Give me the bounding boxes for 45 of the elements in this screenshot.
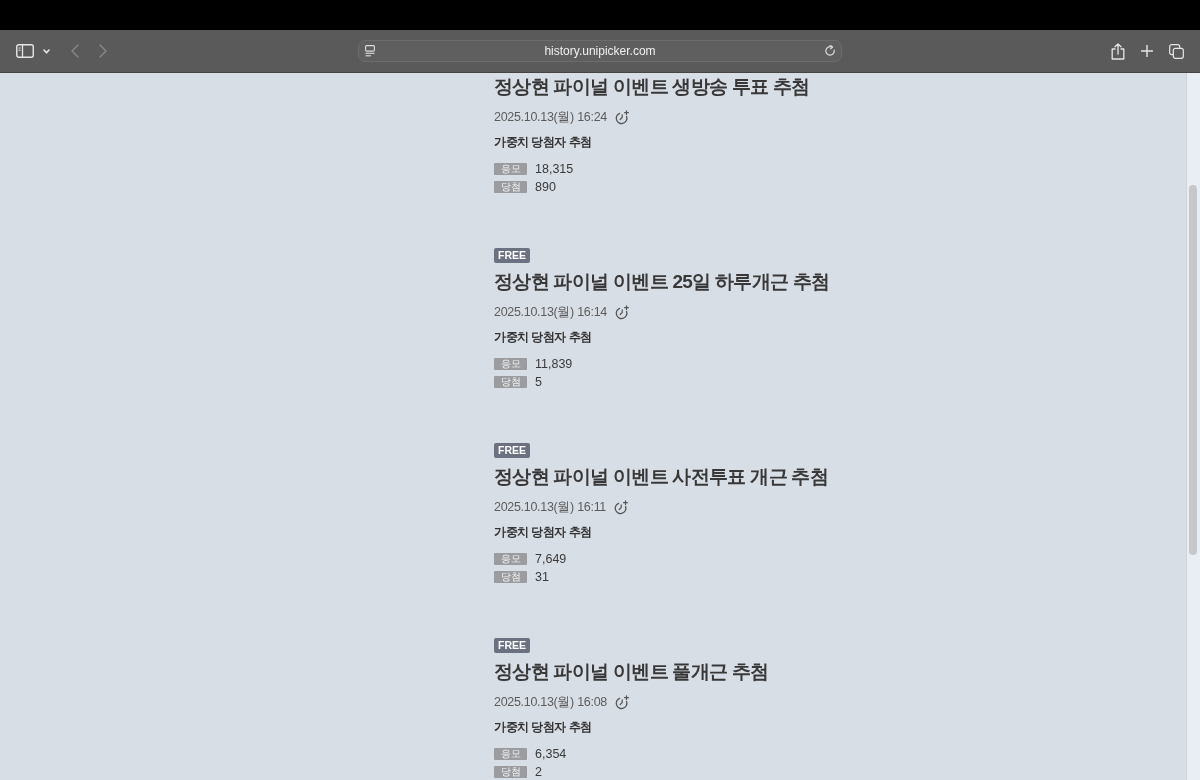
arc-plus-icon[interactable] xyxy=(614,499,629,515)
draw-title[interactable]: 정상현 파이널 이벤트 사전투표 개근 추첨 xyxy=(494,463,828,491)
draw-method: 가중치 당첨자 추첨 xyxy=(494,719,592,736)
stat-value: 11,839 xyxy=(535,356,573,372)
draw-title[interactable]: 정상현 파이널 이벤트 생방송 투표 추첨 xyxy=(494,73,810,101)
sidebar-toggle-icon[interactable] xyxy=(16,44,34,58)
page-menu-icon[interactable] xyxy=(365,45,375,57)
stat-label: 응모 xyxy=(494,358,527,370)
draw-date: 2025.10.13(월) 16:24 xyxy=(494,109,607,126)
stat-label: 당첨 xyxy=(494,571,527,583)
reload-icon[interactable] xyxy=(825,45,836,57)
new-tab-icon[interactable] xyxy=(1141,45,1153,57)
draw-method: 가중치 당첨자 추첨 xyxy=(494,524,592,541)
stat-value: 18,315 xyxy=(535,161,574,177)
free-badge: FREE xyxy=(494,638,530,653)
free-badge: FREE xyxy=(494,443,530,458)
stat-label: 응모 xyxy=(494,553,527,565)
stat-value: 2 xyxy=(535,764,542,780)
free-badge: FREE xyxy=(494,248,530,263)
stat-value: 7,649 xyxy=(535,551,567,567)
stat-label: 당첨 xyxy=(494,181,527,193)
arc-plus-icon[interactable] xyxy=(614,694,630,710)
tabs-overview-icon[interactable] xyxy=(1169,43,1184,59)
address-bar[interactable]: history.unipicker.com xyxy=(358,40,842,62)
draw-method: 가중치 당첨자 추첨 xyxy=(494,134,592,151)
stat-label: 응모 xyxy=(494,163,527,175)
draw-title[interactable]: 정상현 파이널 이벤트 풀개근 추첨 xyxy=(494,658,769,686)
stat-value: 31 xyxy=(535,569,549,585)
stat-value: 890 xyxy=(535,179,556,195)
draw-date: 2025.10.13(월) 16:11 xyxy=(494,499,606,516)
stat-label: 당첨 xyxy=(494,766,527,778)
draw-method: 가중치 당첨자 추첨 xyxy=(494,329,592,346)
draw-title[interactable]: 정상현 파이널 이벤트 25일 하루개근 추첨 xyxy=(494,268,830,296)
scrollbar-thumb[interactable] xyxy=(1189,185,1197,555)
chevron-down-icon[interactable] xyxy=(43,48,50,54)
stat-label: 응모 xyxy=(494,748,527,760)
url-text: history.unipicker.com xyxy=(543,44,657,58)
draw-date: 2025.10.13(월) 16:08 xyxy=(494,694,607,711)
stat-value: 6,354 xyxy=(535,746,567,762)
draw-date: 2025.10.13(월) 16:14 xyxy=(494,304,607,321)
share-icon[interactable] xyxy=(1111,42,1125,60)
stat-value: 5 xyxy=(535,374,542,390)
arc-plus-icon[interactable] xyxy=(614,109,630,125)
stat-label: 당첨 xyxy=(494,376,527,388)
arc-plus-icon[interactable] xyxy=(614,304,630,320)
